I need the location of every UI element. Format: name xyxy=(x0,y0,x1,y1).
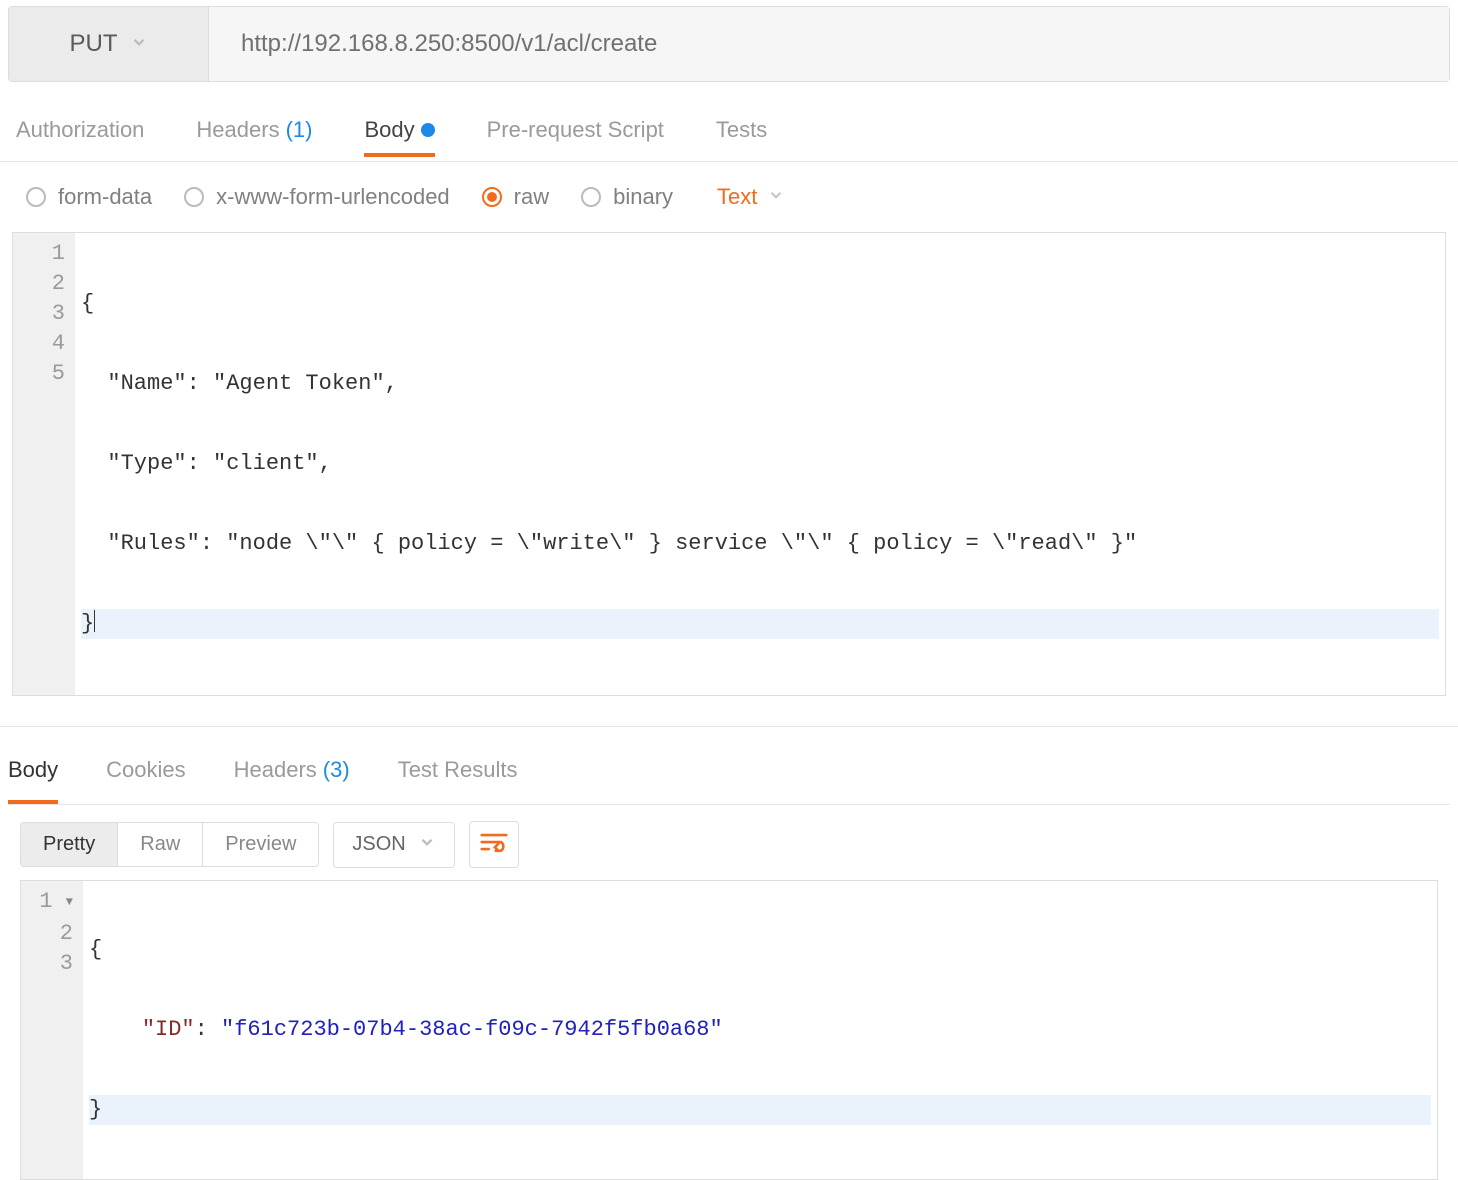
view-preview-button[interactable]: Preview xyxy=(202,823,318,866)
response-format-label: JSON xyxy=(352,833,405,856)
request-url-input[interactable] xyxy=(209,7,1449,81)
tab-tests-label: Tests xyxy=(716,117,767,143)
code-line: "ID": "f61c723b-07b4-38ac-f09c-7942f5fb0… xyxy=(89,1015,1431,1045)
tab-tests[interactable]: Tests xyxy=(716,117,767,157)
radio-binary-label: binary xyxy=(613,184,673,210)
code-line: "Name": "Agent Token", xyxy=(81,369,1439,399)
chevron-down-icon xyxy=(418,833,436,857)
radio-icon xyxy=(482,187,502,207)
tab-authorization[interactable]: Authorization xyxy=(16,117,144,157)
code-line: } xyxy=(89,1095,1431,1125)
response-section: Body Cookies Headers (3) Test Results Pr… xyxy=(0,726,1458,1180)
radio-form-data-label: form-data xyxy=(58,184,152,210)
line-number: 3 xyxy=(27,299,65,329)
radio-icon xyxy=(581,187,601,207)
radio-raw-label: raw xyxy=(514,184,549,210)
line-number: 5 xyxy=(27,359,65,389)
code-text: } xyxy=(81,611,94,636)
body-format-label: Text xyxy=(717,184,757,210)
body-format-dropdown[interactable]: Text xyxy=(717,184,785,210)
tab-body[interactable]: Body xyxy=(364,117,434,157)
tab-headers-label: Headers xyxy=(196,117,279,143)
response-tab-body[interactable]: Body xyxy=(8,757,58,804)
view-pretty-button[interactable]: Pretty xyxy=(21,823,117,866)
wrap-lines-button[interactable] xyxy=(469,821,519,868)
response-tab-headers-label: Headers xyxy=(234,757,317,792)
radio-form-data[interactable]: form-data xyxy=(26,184,152,210)
chevron-down-icon xyxy=(767,184,785,210)
tab-headers-count: (1) xyxy=(286,117,313,143)
json-key: "ID" xyxy=(142,1017,195,1042)
response-tabs: Body Cookies Headers (3) Test Results xyxy=(8,757,1450,805)
radio-urlencoded-label: x-www-form-urlencoded xyxy=(216,184,450,210)
tab-body-label: Body xyxy=(364,117,414,143)
line-number: 4 xyxy=(27,329,65,359)
response-gutter: 1 ▼ 2 3 xyxy=(21,881,83,1179)
editor-gutter: 1 2 3 4 5 xyxy=(13,233,75,695)
response-format-dropdown[interactable]: JSON xyxy=(333,822,454,868)
radio-icon xyxy=(184,187,204,207)
editor-content[interactable]: { "Name": "Agent Token", "Type": "client… xyxy=(75,233,1445,695)
text-cursor-icon xyxy=(94,610,95,632)
request-bar: PUT xyxy=(8,6,1450,82)
response-tab-test-results-label: Test Results xyxy=(398,757,518,792)
body-type-selector: form-data x-www-form-urlencoded raw bina… xyxy=(0,162,1458,224)
view-raw-button[interactable]: Raw xyxy=(117,823,202,866)
line-number: 3 xyxy=(35,949,73,979)
response-content: { "ID": "f61c723b-07b4-38ac-f09c-7942f5f… xyxy=(83,881,1437,1179)
response-tab-cookies[interactable]: Cookies xyxy=(106,757,185,804)
code-line: "Type": "client", xyxy=(81,449,1439,479)
radio-binary[interactable]: binary xyxy=(581,184,673,210)
radio-raw[interactable]: raw xyxy=(482,184,549,210)
http-method-dropdown[interactable]: PUT xyxy=(9,7,209,81)
code-line: { xyxy=(81,289,1439,319)
code-line: "Rules": "node \"\" { policy = \"write\"… xyxy=(81,529,1439,559)
tab-authorization-label: Authorization xyxy=(16,117,144,143)
tab-pre-request-label: Pre-request Script xyxy=(487,117,664,143)
line-number: 1 xyxy=(27,239,65,269)
line-number: 2 xyxy=(27,269,65,299)
code-line: { xyxy=(89,935,1431,965)
code-text: : xyxy=(195,1017,221,1042)
code-text xyxy=(89,1017,142,1042)
http-method-label: PUT xyxy=(70,30,118,58)
tab-pre-request-script[interactable]: Pre-request Script xyxy=(487,117,664,157)
tab-headers[interactable]: Headers (1) xyxy=(196,117,312,157)
json-string: "f61c723b-07b4-38ac-f09c-7942f5fb0a68" xyxy=(221,1017,723,1042)
radio-icon xyxy=(26,187,46,207)
code-line: } xyxy=(81,609,1439,639)
radio-x-www-form-urlencoded[interactable]: x-www-form-urlencoded xyxy=(184,184,450,210)
request-tabs: Authorization Headers (1) Body Pre-reque… xyxy=(0,112,1458,162)
response-tab-headers[interactable]: Headers (3) xyxy=(234,757,350,804)
fold-arrow-icon[interactable]: ▼ xyxy=(66,887,73,917)
line-number: 2 xyxy=(35,919,73,949)
line-number: 1 ▼ xyxy=(35,887,73,919)
response-tab-body-label: Body xyxy=(8,757,58,792)
dot-indicator-icon xyxy=(421,123,435,137)
request-body-editor[interactable]: 1 2 3 4 5 { "Name": "Agent Token", "Type… xyxy=(12,232,1446,696)
response-tab-test-results[interactable]: Test Results xyxy=(398,757,518,804)
response-tab-cookies-label: Cookies xyxy=(106,757,185,792)
response-tab-headers-count: (3) xyxy=(323,757,350,792)
wrap-lines-icon xyxy=(480,830,508,859)
response-body-viewer[interactable]: 1 ▼ 2 3 { "ID": "f61c723b-07b4-38ac-f09c… xyxy=(20,880,1438,1180)
response-toolbar: Pretty Raw Preview JSON xyxy=(8,805,1450,880)
view-mode-group: Pretty Raw Preview xyxy=(20,822,319,867)
chevron-down-icon xyxy=(130,30,148,58)
